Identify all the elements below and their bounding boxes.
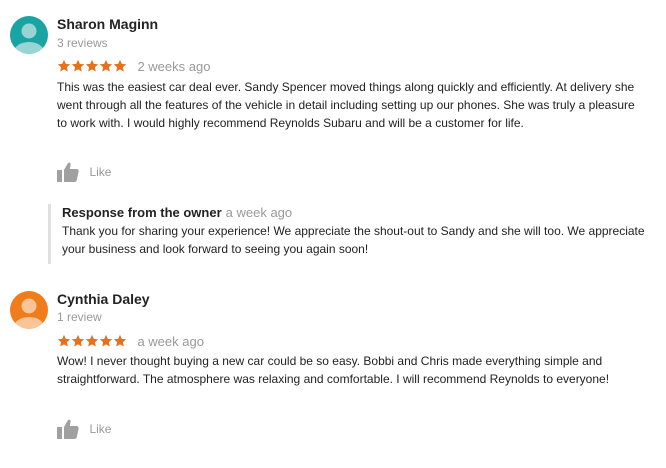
avatar[interactable] (10, 16, 48, 54)
like-button[interactable]: Like (57, 162, 111, 184)
owner-response: Response from the owner a week ago Thank … (48, 204, 652, 264)
thumbs-up-icon (57, 419, 79, 439)
star-rating (57, 57, 127, 75)
star-icon (85, 334, 99, 347)
star-icon (99, 334, 113, 347)
star-icon (113, 334, 127, 347)
reviewer-name[interactable]: Cynthia Daley (57, 291, 150, 307)
review-count[interactable]: 1 review (57, 310, 102, 324)
like-button[interactable]: Like (57, 419, 111, 441)
review-date: 2 weeks ago (137, 58, 211, 74)
like-label: Like (89, 422, 112, 436)
avatar[interactable] (10, 291, 48, 329)
star-icon (85, 59, 99, 72)
star-icon (113, 59, 127, 72)
review-text: This was the easiest car deal ever. Sand… (57, 80, 635, 130)
star-icon (57, 334, 71, 347)
reviewer-name[interactable]: Sharon Maginn (57, 16, 158, 32)
owner-response-label: Response from the owner (62, 205, 222, 220)
review-count[interactable]: 3 reviews (57, 36, 108, 50)
person-icon (10, 16, 48, 54)
rating-row: 2 weeks ago (57, 57, 210, 75)
like-label: Like (89, 165, 112, 179)
star-icon (57, 59, 71, 72)
star-icon (71, 334, 85, 347)
review-date: a week ago (137, 333, 204, 349)
star-icon (71, 59, 85, 72)
owner-response-title: Response from the owner a week ago (62, 204, 652, 222)
owner-response-date: a week ago (225, 205, 293, 220)
star-icon (99, 59, 113, 72)
thumbs-up-icon (57, 162, 79, 182)
star-rating (57, 332, 127, 350)
person-icon (10, 291, 48, 329)
rating-row: a week ago (57, 332, 204, 350)
owner-response-text: Thank you for sharing your experience! W… (62, 224, 645, 256)
review-text: Wow! I never thought buying a new car co… (57, 354, 610, 386)
